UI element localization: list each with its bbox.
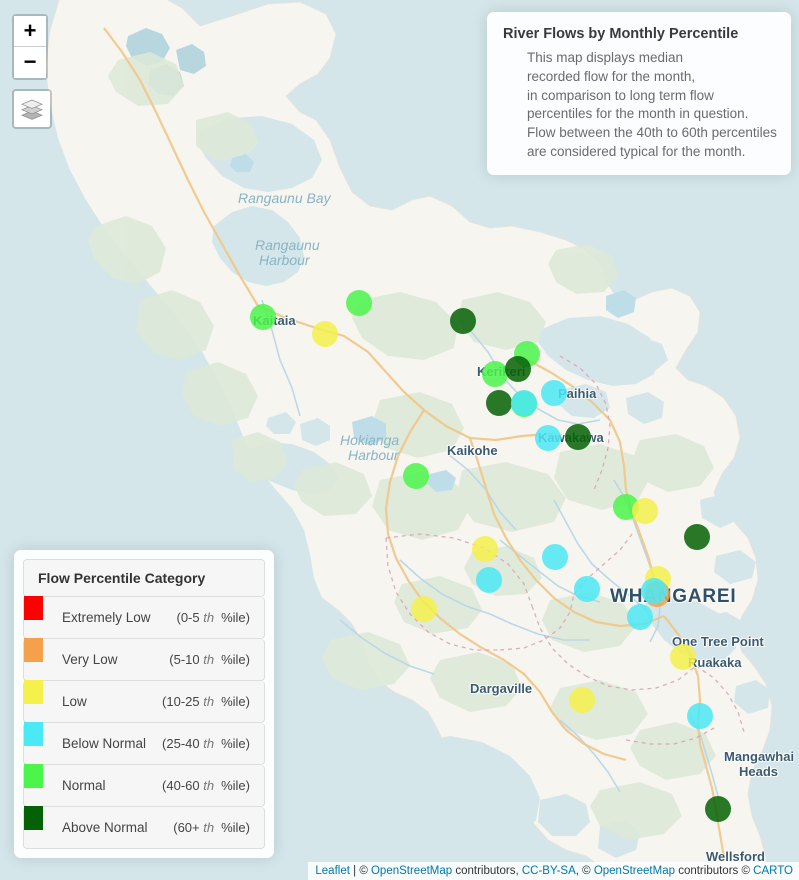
legend-label: Low: [62, 694, 87, 709]
info-panel-line: percentiles for the month in question.: [527, 106, 749, 122]
legend-label: Normal: [62, 778, 106, 793]
legend-row-very-low[interactable]: Very Low (5-10 th %ile): [23, 638, 265, 681]
legend-range-value: (40-60: [162, 778, 200, 793]
legend-range-unit: %ile): [221, 694, 250, 709]
legend-row-low[interactable]: Low (10-25 th %ile): [23, 680, 265, 723]
site-ruakaka[interactable]: [670, 644, 696, 670]
layers-control-button[interactable]: [12, 89, 52, 129]
site-kawakawa-e[interactable]: [565, 424, 591, 450]
legend-swatch-icon: [24, 596, 43, 620]
attribution-contrib-2: contributors ©: [675, 865, 754, 877]
info-panel-body: This map displays median recorded flow fo…: [503, 49, 777, 162]
leaflet-link[interactable]: Leaflet: [315, 865, 350, 877]
site-kerikeri[interactable]: [505, 356, 531, 382]
info-panel: River Flows by Monthly Percentile This m…: [487, 12, 791, 175]
legend-range-unit: %ile): [221, 820, 250, 835]
site-wellsford[interactable]: [705, 796, 731, 822]
legend-range-value: (10-25: [162, 694, 200, 709]
site-maungatapere[interactable]: [574, 576, 600, 602]
legend-range-ordinal: th: [199, 610, 215, 625]
info-panel-line: in comparison to long term flow: [527, 87, 714, 103]
legend-row-below-normal[interactable]: Below Normal (25-40 th %ile): [23, 722, 265, 765]
attribution-sep-1: |: [349, 865, 360, 877]
site-haruru[interactable]: [511, 390, 537, 416]
cc-by-sa-link[interactable]: CC-BY-SA: [522, 865, 576, 877]
legend-range-ordinal: th: [199, 736, 215, 751]
legend-row-normal[interactable]: Normal (40-60 th %ile): [23, 764, 265, 807]
site-hikurangi-ne[interactable]: [632, 498, 658, 524]
legend-range: (40-60 th %ile): [162, 778, 256, 793]
legend-range: (5-10 th %ile): [169, 652, 256, 667]
legend-swatch-icon: [24, 806, 43, 830]
legend-range-unit: %ile): [221, 778, 250, 793]
carto-link[interactable]: CARTO: [753, 865, 793, 877]
attribution-copyright-1: ©: [359, 865, 371, 877]
info-panel-line: This map displays median: [527, 50, 684, 65]
layers-icon: [21, 99, 43, 120]
info-panel-line: are considered typical for the month.: [527, 143, 746, 159]
legend-row-above-normal[interactable]: Above Normal (60+ th %ile): [23, 806, 265, 849]
zoom-control[interactable]: + −: [12, 14, 48, 80]
site-kerikeri-nw[interactable]: [482, 361, 508, 387]
legend-label: Above Normal: [62, 820, 148, 835]
site-kaihu[interactable]: [476, 567, 502, 593]
legend-label: Extremely Low: [62, 610, 151, 625]
legend-range-ordinal: th: [199, 820, 215, 835]
legend-swatch-icon: [24, 638, 43, 662]
site-mangamuka[interactable]: [450, 308, 476, 334]
info-panel-title: River Flows by Monthly Percentile: [503, 26, 739, 42]
legend-swatch-icon: [24, 680, 43, 704]
site-paparoa[interactable]: [569, 687, 595, 713]
site-hokianga[interactable]: [403, 463, 429, 489]
legend-range: (60+ th %ile): [173, 820, 256, 835]
site-waitangi[interactable]: [486, 390, 512, 416]
legend-range: (0-5 th %ile): [177, 610, 257, 625]
legend-range-unit: %ile): [221, 610, 250, 625]
zoom-in-button[interactable]: +: [14, 16, 46, 47]
legend-swatch-icon: [24, 764, 43, 788]
site-whananaki[interactable]: [684, 524, 710, 550]
zoom-out-button[interactable]: −: [14, 47, 46, 78]
site-tangowahine[interactable]: [472, 536, 498, 562]
site-kaitaia-east[interactable]: [346, 290, 372, 316]
map-container[interactable]: Rangaunu BayRangaunuHarbourKaitaiaKerike…: [0, 0, 799, 880]
openstreetmap-link-1[interactable]: OpenStreetMap: [371, 865, 452, 877]
legend-label: Very Low: [62, 652, 118, 667]
legend-range-value: (60+: [173, 820, 200, 835]
legend-range-value: (0-5: [176, 610, 200, 625]
site-takahue[interactable]: [312, 321, 338, 347]
legend-label: Below Normal: [62, 736, 147, 751]
site-kawakawa-w[interactable]: [535, 425, 561, 451]
attribution-bar[interactable]: Leaflet | © OpenStreetMap contributors, …: [308, 862, 799, 880]
legend-swatch-icon: [24, 722, 43, 746]
info-panel-line: recorded flow for the month,: [527, 68, 696, 84]
site-whangarei-hatea[interactable]: [641, 578, 667, 604]
site-dargaville-e[interactable]: [411, 596, 437, 622]
legend-panel: Flow Percentile Category Extremely Low (0…: [14, 550, 274, 858]
attribution-sep-2: , ©: [575, 865, 594, 877]
legend-range: (10-25 th %ile): [162, 694, 256, 709]
info-panel-line: Flow between the 40th to 60th percentile…: [527, 125, 777, 140]
legend-range-ordinal: th: [199, 694, 215, 709]
site-mangakahia[interactable]: [542, 544, 568, 570]
site-paihia[interactable]: [541, 380, 567, 406]
legend-title: Flow Percentile Category: [23, 559, 265, 597]
legend-range-value: (5-10: [169, 652, 200, 667]
legend-rows[interactable]: Extremely Low (0-5 th %ile) Very Low (5-10 t…: [23, 596, 265, 849]
legend-range-unit: %ile): [221, 652, 250, 667]
legend-range-unit: %ile): [221, 736, 250, 751]
site-mangawhai[interactable]: [687, 703, 713, 729]
legend-range-value: (25-40: [162, 736, 200, 751]
legend-range: (25-40 th %ile): [162, 736, 256, 751]
site-otaika[interactable]: [627, 604, 653, 630]
openstreetmap-link-2[interactable]: OpenStreetMap: [594, 865, 675, 877]
attribution-contrib-1: contributors,: [452, 865, 522, 877]
legend-row-extremely-low[interactable]: Extremely Low (0-5 th %ile): [23, 596, 265, 639]
site-kaitaia[interactable]: [250, 304, 276, 330]
legend-range-ordinal: th: [199, 652, 215, 667]
legend-range-ordinal: th: [199, 778, 215, 793]
